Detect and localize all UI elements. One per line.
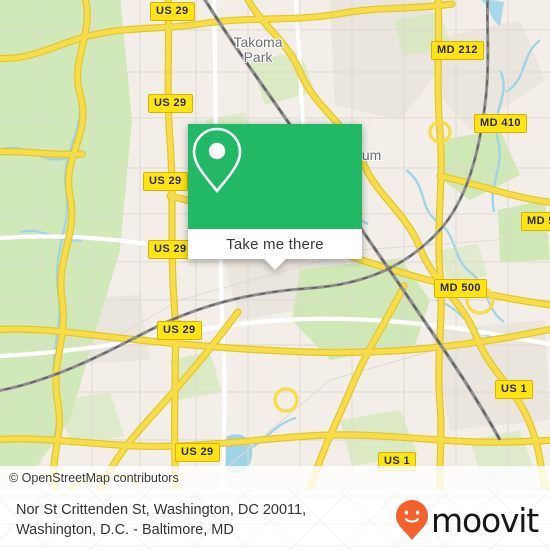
location-title: Nor St Crittenden St, Washington, DC 200… xyxy=(16,502,307,538)
take-me-there-label: Take me there xyxy=(226,235,324,253)
footer-bar: Nor St Crittenden St, Washington, DC 200… xyxy=(0,490,550,550)
highway-shield-md-410: MD 410 xyxy=(474,114,527,133)
highway-shield-us-29: US 29 xyxy=(148,240,193,259)
highway-shield-us-1: US 1 xyxy=(495,380,534,399)
highway-shield-md-212: MD 212 xyxy=(431,41,484,60)
highway-shield-us-29: US 29 xyxy=(157,321,202,340)
highway-shield-md-5: MD 5 xyxy=(521,212,550,231)
moovit-wordmark: moovit xyxy=(431,500,539,540)
callout-icon-area xyxy=(188,124,362,229)
location-callout-card[interactable]: Take me there xyxy=(188,124,362,270)
map-share-card: Takoma Park Chillum US 29 US 29 US 29 US… xyxy=(0,0,550,550)
moovit-smiley-pin-icon xyxy=(396,500,429,540)
highway-shield-us-29: US 29 xyxy=(150,2,195,21)
callout-pointer-tail xyxy=(264,259,286,270)
map-attribution-text: © OpenStreetMap contributors xyxy=(9,471,179,485)
map-canvas[interactable]: Takoma Park Chillum US 29 US 29 US 29 US… xyxy=(0,0,550,490)
map-place-label-takoma-park: Takoma Park xyxy=(233,34,283,65)
highway-shield-us-29: US 29 xyxy=(175,443,220,462)
highway-shield-us-29: US 29 xyxy=(148,94,193,113)
moovit-brand[interactable]: moovit xyxy=(395,499,539,541)
map-attribution-bar: © OpenStreetMap contributors xyxy=(0,466,550,490)
highway-shield-md-500: MD 500 xyxy=(434,279,487,298)
highway-shield-us-29: US 29 xyxy=(143,172,188,191)
map-pin-icon xyxy=(192,127,242,194)
take-me-there-button[interactable]: Take me there xyxy=(188,229,362,259)
